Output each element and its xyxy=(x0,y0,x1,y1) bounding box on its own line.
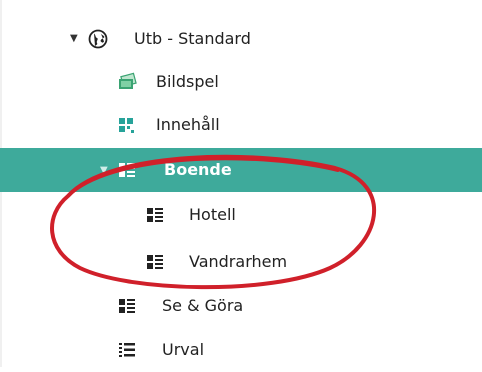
slideshow-icon xyxy=(119,72,137,89)
list-icon xyxy=(147,208,163,222)
tree-item-utb-standard[interactable]: ▼ Utb - Standard xyxy=(0,17,482,61)
tree-item-label: Utb - Standard xyxy=(134,29,251,48)
content-grid-icon xyxy=(119,118,134,133)
tree-item-urval[interactable]: Urval xyxy=(0,328,482,372)
list-icon xyxy=(147,255,163,269)
tree-item-label: Se & Göra xyxy=(162,296,244,315)
filter-list-icon xyxy=(119,343,135,357)
tree-item-label: Bildspel xyxy=(156,72,219,91)
tree-item-label: Innehåll xyxy=(156,115,220,134)
caret-down-icon[interactable]: ▼ xyxy=(100,166,108,176)
globe-icon xyxy=(88,29,108,49)
tree-item-boende[interactable]: ▼ Boende xyxy=(0,148,482,192)
tree-item-label: Urval xyxy=(162,340,205,359)
tree-item-label: Hotell xyxy=(189,205,236,224)
tree-item-se-och-gora[interactable]: Se & Göra xyxy=(0,284,482,328)
list-icon xyxy=(119,163,135,177)
tree-item-vandrarhem[interactable]: Vandrarhem xyxy=(0,240,482,284)
caret-down-icon[interactable]: ▼ xyxy=(70,34,78,44)
tree-item-label: Vandrarhem xyxy=(189,252,288,271)
tree-item-hotell[interactable]: Hotell xyxy=(0,193,482,237)
tree-item-label: Boende xyxy=(164,160,232,179)
list-icon xyxy=(119,299,135,313)
tree-item-innehall[interactable]: Innehåll xyxy=(0,103,482,147)
content-tree: ▼ Utb - Standard Bildspel Innehåll ▼ Boe… xyxy=(0,0,482,367)
tree-item-bildspel[interactable]: Bildspel xyxy=(0,60,482,104)
